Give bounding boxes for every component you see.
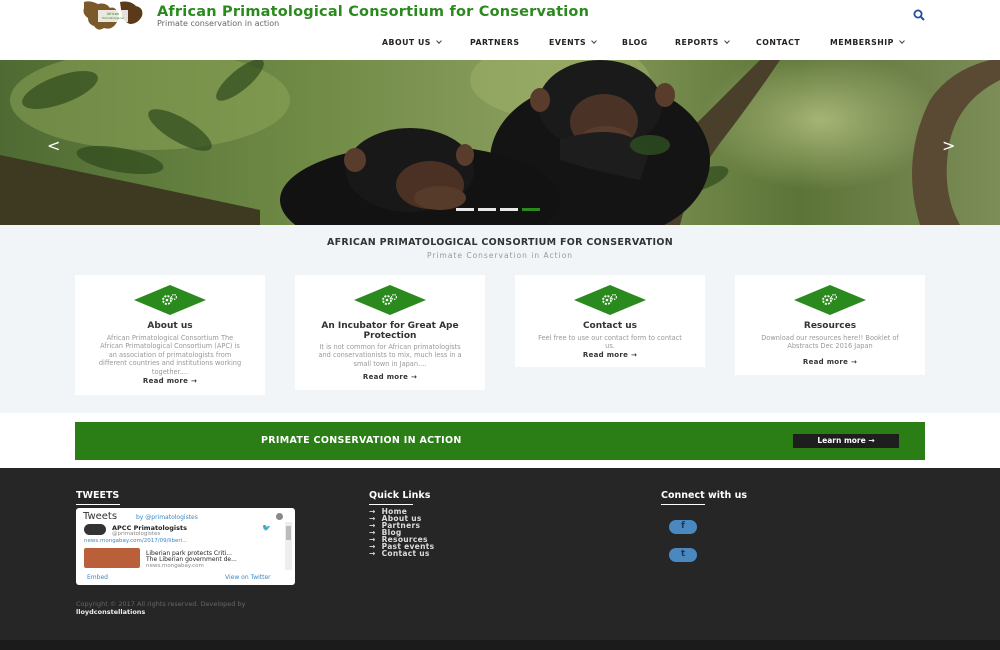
quick-links-heading: Quick Links	[369, 490, 431, 505]
scrollbar[interactable]	[285, 522, 292, 570]
view-on-twitter-link[interactable]: View on Twitter	[225, 574, 271, 581]
copyright-text: Copyright © 2017 All rights reserved. De…	[76, 600, 246, 608]
gears-icon	[574, 285, 646, 315]
card-title: An Incubator for Great Ape Protection	[321, 321, 459, 341]
read-more-link[interactable]: Read more →	[295, 373, 485, 381]
main-nav: ABOUT US PARTNERS EVENTS BLOG REPORTS CO…	[0, 38, 1000, 52]
site-title[interactable]: African Primatological Consortium for Co…	[157, 4, 589, 20]
site-header: African Primatological African Primatolo…	[0, 0, 1000, 60]
nav-label: MEMBERSHIP	[830, 38, 894, 47]
slider-dots	[456, 208, 540, 211]
learn-more-button[interactable]: Learn more →	[793, 434, 899, 448]
site-tagline: Primate conservation in action	[157, 19, 280, 28]
card-text: It is not common for African primatologi…	[318, 343, 462, 368]
quick-links-list: → Home → About us → Partners → Blog → Resourc…	[369, 508, 434, 558]
tweet-author-handle: @primatologistes	[112, 531, 161, 537]
hero-slider[interactable]: < >	[0, 60, 1000, 225]
nav-reports[interactable]: REPORTS	[675, 38, 730, 47]
avatar[interactable]	[84, 524, 106, 535]
tweet-card-source: news.mongabay.com	[146, 563, 204, 569]
card-text: African Primatological Consortium The Af…	[98, 334, 242, 376]
card-contact-us[interactable]: Contact us Feel free to use our contact …	[515, 275, 705, 367]
logo[interactable]: African Primatological	[80, 0, 148, 32]
footer-bottom-bar	[0, 640, 1000, 650]
nav-membership[interactable]: MEMBERSHIP	[830, 38, 905, 47]
chevron-down-icon	[723, 38, 730, 44]
slider-dot[interactable]	[500, 208, 518, 211]
nav-label: BLOG	[622, 38, 648, 47]
facebook-icon[interactable]: f	[669, 520, 697, 534]
tweets-title: Tweets	[83, 511, 118, 522]
tweets-by-link[interactable]: by @primatologistes	[136, 514, 198, 521]
nav-label: PARTNERS	[470, 38, 520, 47]
svg-text:Primatological: Primatological	[102, 16, 123, 20]
slider-dot[interactable]	[478, 208, 496, 211]
card-text: Download our resources here!! Booklet of…	[761, 334, 899, 351]
connect-heading: Connect with us	[661, 490, 748, 505]
nav-label: EVENTS	[549, 38, 587, 47]
read-more-link[interactable]: Read more →	[735, 358, 925, 366]
read-more-link[interactable]: Read more →	[75, 377, 265, 385]
tweet-card-description: The Liberian government de...	[146, 556, 237, 563]
gears-icon	[134, 285, 206, 315]
tweet-link[interactable]: news.mongabay.com/2017/09/liberi...	[84, 538, 187, 544]
twitter-bird-icon: 🐦	[262, 524, 271, 532]
intro-section: AFRICAN PRIMATOLOGICAL CONSORTIUM FOR CO…	[0, 225, 1000, 413]
card-title: Contact us	[582, 321, 638, 331]
card-resources[interactable]: Resources Download our resources here!! …	[735, 275, 925, 375]
nav-partners[interactable]: PARTNERS	[470, 38, 519, 47]
arrow-right-icon: →	[369, 549, 376, 558]
facebook-glyph: f	[681, 521, 685, 531]
card-title: Resources	[803, 321, 857, 331]
cta-banner: PRIMATE CONSERVATION IN ACTION Learn mor…	[75, 422, 925, 460]
section-subtitle: Primate Conservation in Action	[426, 251, 574, 260]
nav-about-us[interactable]: ABOUT US	[382, 38, 442, 47]
card-incubator[interactable]: An Incubator for Great Ape Protection It…	[295, 275, 485, 390]
chevron-down-icon	[591, 38, 597, 44]
slider-prev-button[interactable]: <	[47, 138, 60, 154]
chevron-down-icon	[899, 38, 905, 44]
cta-text: PRIMATE CONSERVATION IN ACTION	[261, 435, 462, 446]
chevron-down-icon	[436, 38, 442, 44]
developer-link[interactable]: lloydconstellations	[76, 608, 145, 616]
card-about-us[interactable]: About us African Primatological Consorti…	[75, 275, 265, 395]
nav-contact[interactable]: CONTACT	[756, 38, 800, 47]
slider-next-button[interactable]: >	[942, 138, 955, 154]
quick-link-label: Contact us	[381, 549, 430, 558]
nav-label: CONTACT	[756, 38, 801, 47]
hero-image	[0, 60, 1000, 225]
twitter-timeline-widget[interactable]: Tweets by @primatologistes APCC Primatol…	[76, 508, 295, 585]
quick-link-contact-us[interactable]: → Contact us	[369, 549, 434, 558]
embed-link[interactable]: Embed	[87, 574, 108, 581]
nav-label: ABOUT US	[382, 38, 431, 47]
section-title: AFRICAN PRIMATOLOGICAL CONSORTIUM FOR CO…	[326, 237, 673, 248]
card-text: Feel free to use our contact form to con…	[538, 334, 682, 351]
nav-events[interactable]: EVENTS	[549, 38, 597, 47]
nav-blog[interactable]: BLOG	[622, 38, 648, 47]
info-icon[interactable]	[276, 513, 283, 520]
card-title: About us	[147, 321, 193, 331]
gears-icon	[354, 285, 426, 315]
slider-dot[interactable]	[456, 208, 474, 211]
site-footer: TWEETS Quick Links Connect with us Tweet…	[0, 468, 1000, 650]
gears-icon	[794, 285, 866, 315]
search-icon[interactable]	[912, 8, 926, 22]
slider-dot-active[interactable]	[522, 208, 540, 211]
twitter-glyph: t	[680, 549, 686, 559]
tweets-heading: TWEETS	[76, 490, 121, 505]
nav-label: REPORTS	[675, 38, 719, 47]
read-more-link[interactable]: Read more →	[515, 351, 705, 359]
quick-link-partners[interactable]: → Partners	[369, 522, 434, 530]
tweet-card-thumbnail[interactable]	[84, 548, 140, 568]
twitter-icon[interactable]: t	[669, 548, 697, 562]
